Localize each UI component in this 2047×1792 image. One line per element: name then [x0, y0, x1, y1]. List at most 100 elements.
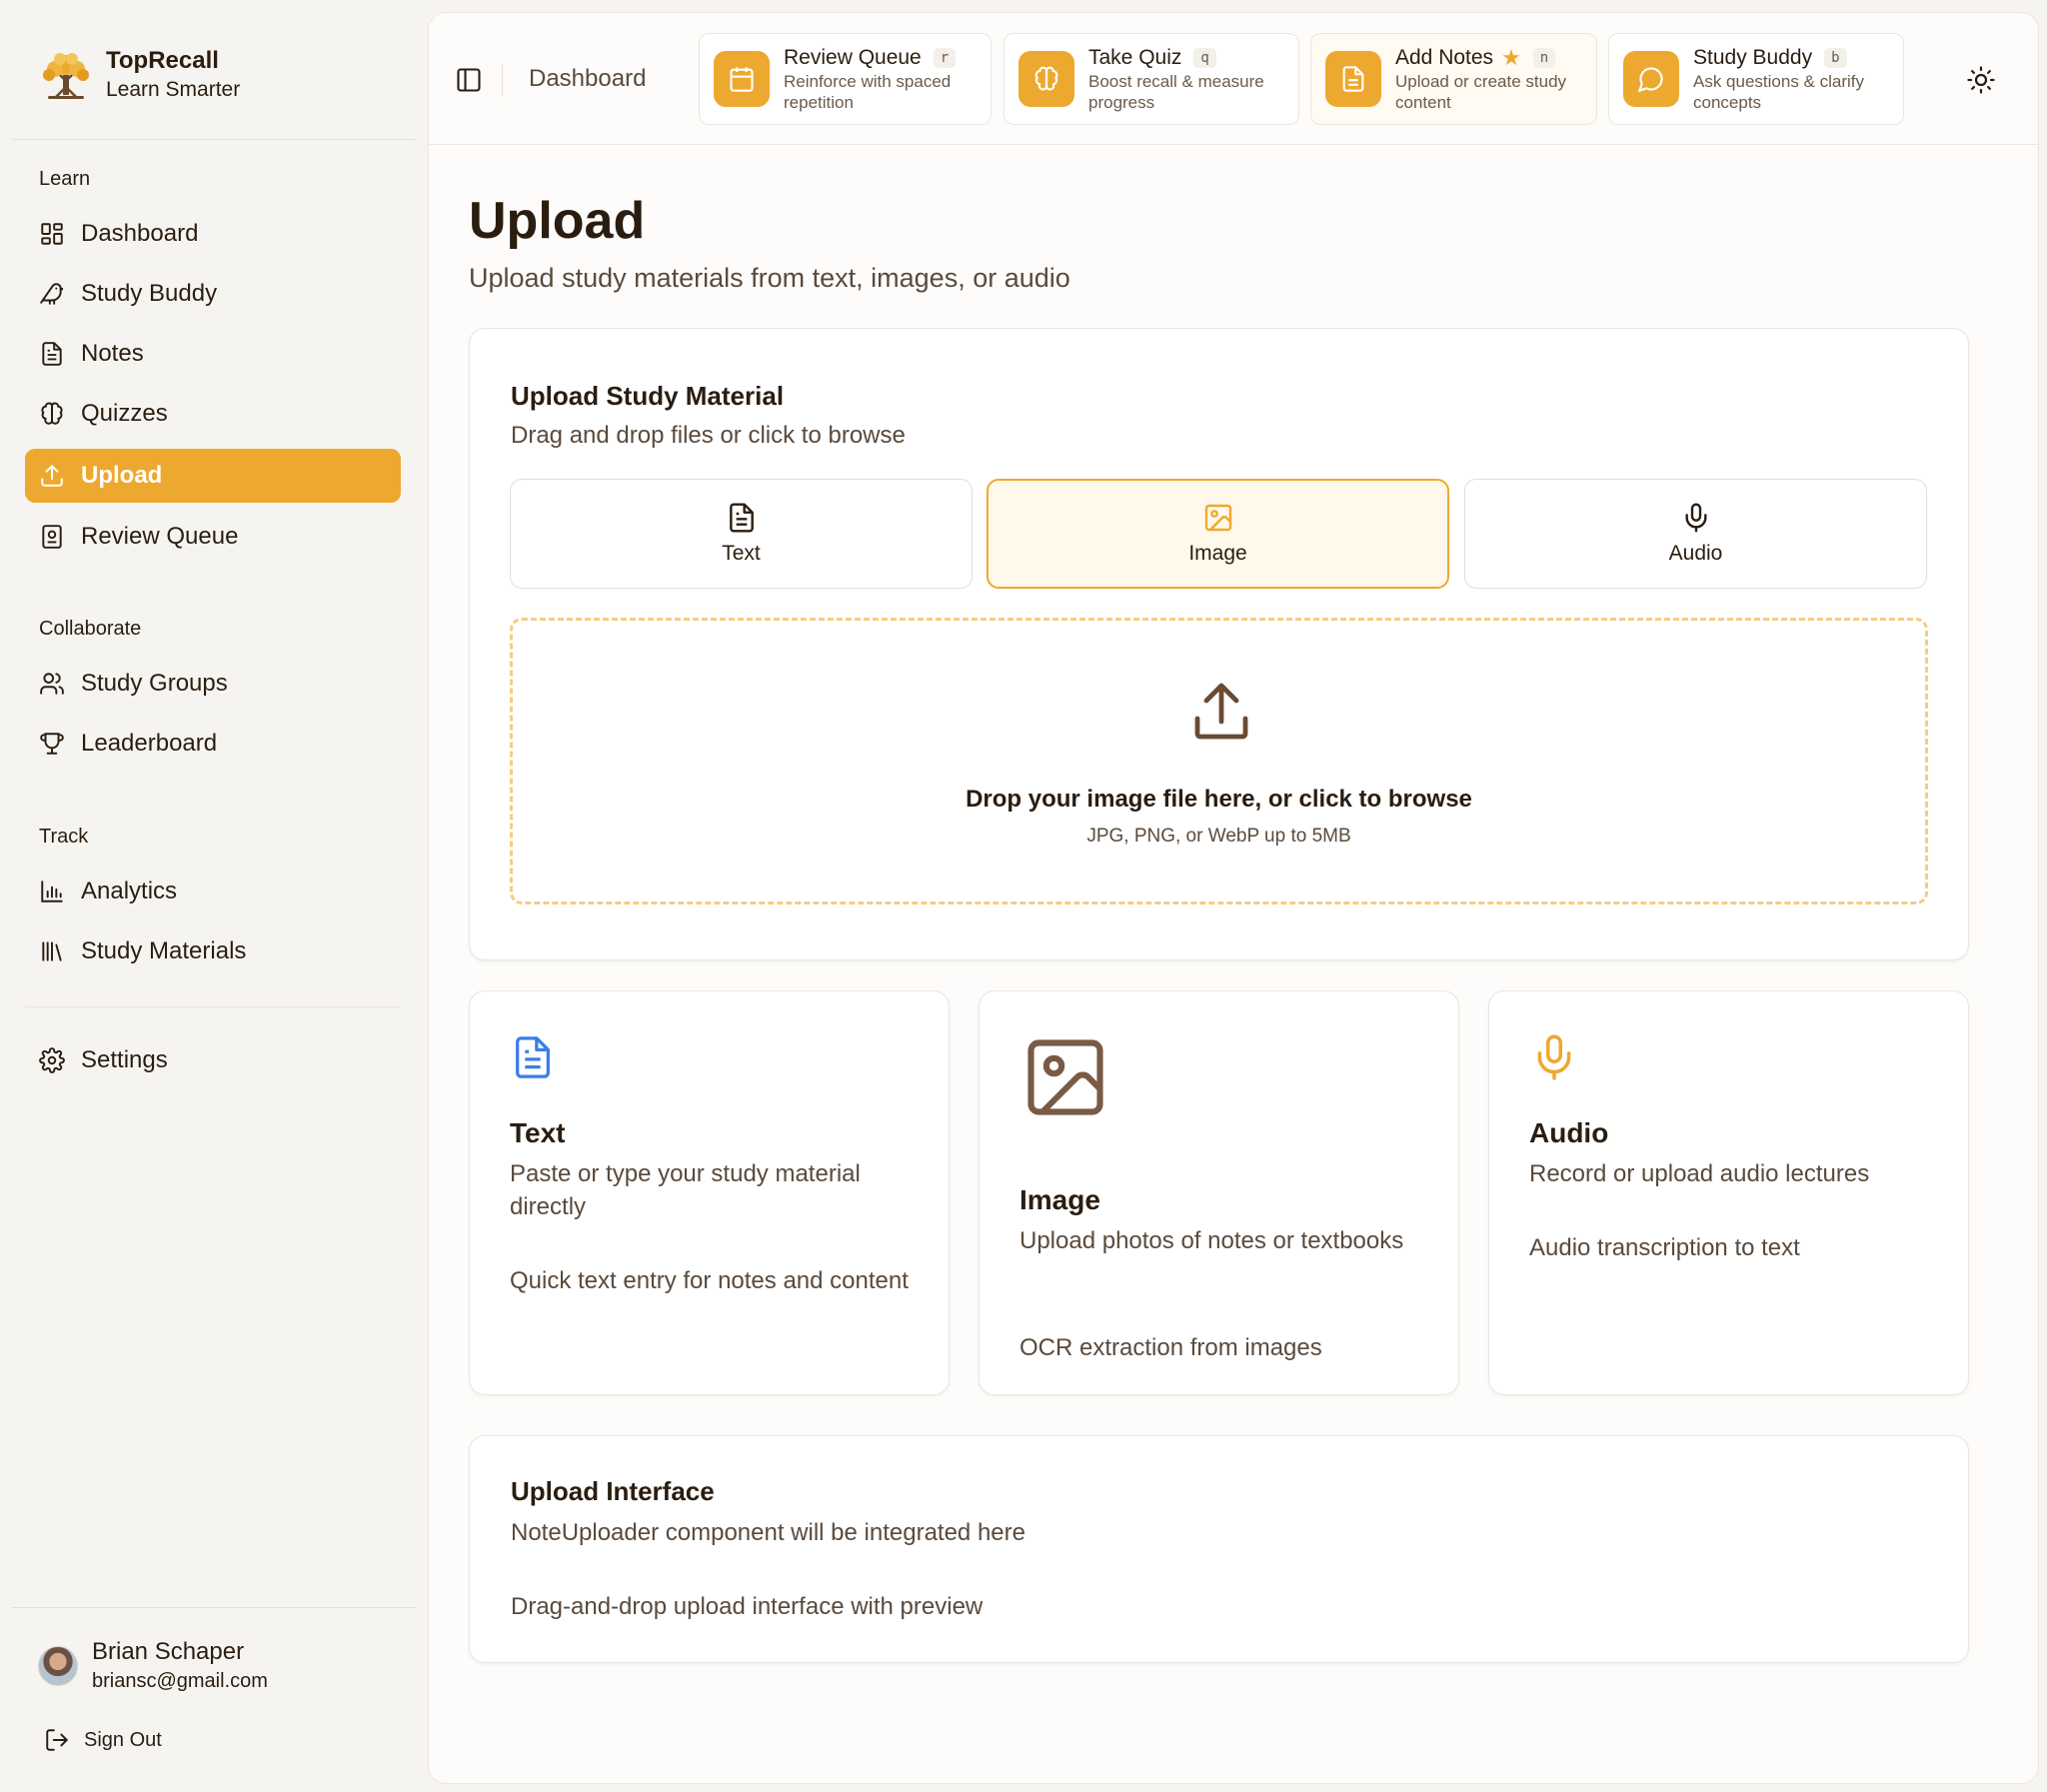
sidebar-divider	[12, 139, 416, 140]
trophy-icon	[40, 733, 64, 755]
quick-action-title: Study Buddy b	[1693, 45, 1893, 71]
shortcut-key: b	[1824, 48, 1847, 68]
sidebar-item-study-materials[interactable]: Study Materials	[25, 924, 401, 978]
quick-action-icon	[714, 51, 770, 107]
sidebar-item-label: Leaderboard	[81, 730, 218, 757]
user-email: briansc@gmail.com	[92, 1670, 268, 1692]
sidebar-item-quizzes[interactable]: Quizzes	[25, 387, 401, 441]
breadcrumb[interactable]: Dashboard	[529, 65, 646, 93]
main-panel: Dashboard Review Queue r Reinforce with s…	[428, 12, 2039, 1784]
file-dropzone[interactable]: Drop your image file here, or click to b…	[510, 618, 1928, 904]
log-out-icon	[46, 1729, 69, 1751]
sidebar-item-settings[interactable]: Settings	[25, 1033, 401, 1087]
shortcut-key: q	[1193, 48, 1216, 68]
sidebar-item-dashboard[interactable]: Dashboard	[25, 207, 401, 261]
feature-desc: Upload photos of notes or textbooks	[1020, 1227, 1404, 1254]
quick-action-add-notes[interactable]: Add Notes ★ n Upload or create study conte…	[1310, 33, 1597, 125]
sidebar: TopRecall Learn Smarter Learn Dashboard …	[0, 0, 428, 1792]
upload-card-title: Upload Study Material	[511, 381, 785, 411]
file-text-icon	[1342, 66, 1364, 92]
star-icon: ★	[1501, 45, 1521, 70]
upload-icon	[1194, 683, 1248, 740]
tab-image[interactable]: Image	[987, 479, 1449, 589]
topbar-separator	[502, 63, 503, 97]
upload-interface-card: Upload Interface NoteUploader component …	[469, 1435, 1969, 1663]
feature-desc: Record or upload audio lectures	[1529, 1160, 1870, 1187]
library-icon	[42, 941, 62, 961]
brain-icon	[1034, 66, 1058, 91]
sidebar-divider	[25, 1006, 401, 1007]
review-icon	[42, 525, 62, 549]
dashboard-icon	[41, 223, 63, 245]
upload-icon	[41, 464, 63, 487]
sidebar-item-study-buddy[interactable]: Study Buddy	[25, 267, 401, 321]
brand[interactable]: TopRecall Learn Smarter	[38, 46, 240, 104]
quick-action-desc: Boost recall & measure progress	[1088, 72, 1264, 112]
dropzone-hint: JPG, PNG, or WebP up to 5MB	[1086, 826, 1351, 847]
quick-action-desc: Ask questions & clarify concepts	[1693, 72, 1865, 112]
users-icon	[40, 673, 64, 695]
sidebar-item-label: Study Groups	[81, 670, 228, 697]
sidebar-item-label: Study Materials	[81, 937, 247, 964]
section-label-learn: Learn	[39, 168, 91, 190]
quick-action-desc: Reinforce with spaced repetition	[784, 72, 952, 112]
brain-icon	[41, 402, 63, 425]
chat-icon	[1637, 67, 1663, 93]
file-text-icon	[729, 503, 754, 533]
quick-action-review-queue[interactable]: Review Queue r Reinforce with spaced repe…	[699, 33, 992, 125]
sign-out-label: Sign Out	[84, 1728, 162, 1751]
gear-icon	[39, 1047, 65, 1073]
user-name: Brian Schaper	[92, 1638, 245, 1665]
tab-text[interactable]: Text	[510, 479, 973, 589]
sign-out-button[interactable]: Sign Out	[44, 1727, 162, 1753]
tab-label: Audio	[1668, 542, 1723, 565]
feature-desc: Paste or type your study material direct…	[510, 1160, 861, 1220]
sidebar-item-analytics[interactable]: Analytics	[25, 865, 401, 918]
top-bar: Dashboard Review Queue r Reinforce with s…	[429, 13, 2038, 145]
sidebar-item-notes[interactable]: Notes	[25, 327, 401, 381]
quick-action-icon	[1623, 51, 1679, 107]
quick-action-icon	[1325, 51, 1381, 107]
sidebar-item-review-queue[interactable]: Review Queue	[25, 510, 401, 564]
avatar	[38, 1646, 78, 1686]
feature-note: OCR extraction from images	[1020, 1334, 1322, 1361]
quick-action-icon	[1019, 51, 1074, 107]
quick-action-title: Take Quiz q	[1088, 45, 1283, 71]
mic-icon	[1537, 1034, 1571, 1080]
quick-action-take-quiz[interactable]: Take Quiz q Boost recall & measure progre…	[1004, 33, 1299, 125]
sidebar-item-leaderboard[interactable]: Leaderboard	[25, 717, 401, 771]
sidebar-item-label: Quizzes	[81, 400, 168, 427]
sidebar-item-label: Study Buddy	[81, 280, 218, 307]
image-icon	[1027, 1039, 1103, 1115]
sun-icon[interactable]	[1966, 65, 1996, 95]
sidebar-toggle-icon[interactable]	[455, 66, 483, 94]
dropzone-main-text: Drop your image file here, or click to b…	[966, 786, 1472, 813]
sidebar-item-upload[interactable]: Upload	[25, 449, 401, 503]
feature-card-audio: Audio Record or upload audio lectures Au…	[1488, 990, 1969, 1395]
brand-tagline: Learn Smarter	[106, 78, 241, 101]
feature-card-text: Text Paste or type your study material d…	[469, 990, 950, 1395]
quick-action-title: Add Notes ★ n	[1395, 45, 1590, 71]
sidebar-item-label: Settings	[81, 1046, 168, 1073]
bird-icon	[40, 283, 64, 305]
interface-card-subtitle: NoteUploader component will be integrate…	[511, 1519, 1025, 1546]
file-text-icon	[516, 1036, 550, 1078]
sidebar-item-label: Dashboard	[81, 220, 199, 247]
feature-title: Audio	[1529, 1117, 1609, 1148]
tab-audio[interactable]: Audio	[1464, 479, 1927, 589]
section-label-track: Track	[39, 826, 89, 848]
tab-label: Image	[1188, 542, 1247, 565]
feature-card-image: Image Upload photos of notes or textbook…	[979, 990, 1459, 1395]
sidebar-item-label: Analytics	[81, 878, 178, 904]
quick-action-study-buddy[interactable]: Study Buddy b Ask questions & clarify con…	[1608, 33, 1904, 125]
page-subtitle: Upload study materials from text, images…	[469, 263, 1070, 293]
user-profile[interactable]: Brian Schaper briansc@gmail.com	[38, 1637, 268, 1695]
calendar-icon	[730, 67, 754, 92]
feature-note: Quick text entry for notes and content	[510, 1267, 909, 1294]
sidebar-item-label: Review Queue	[81, 523, 239, 550]
interface-card-title: Upload Interface	[511, 1476, 715, 1506]
quick-action-title: Review Queue r	[784, 45, 974, 71]
image-icon	[1204, 504, 1231, 532]
upload-card: Upload Study Material Drag and drop file…	[469, 328, 1969, 960]
sidebar-item-study-groups[interactable]: Study Groups	[25, 657, 401, 711]
